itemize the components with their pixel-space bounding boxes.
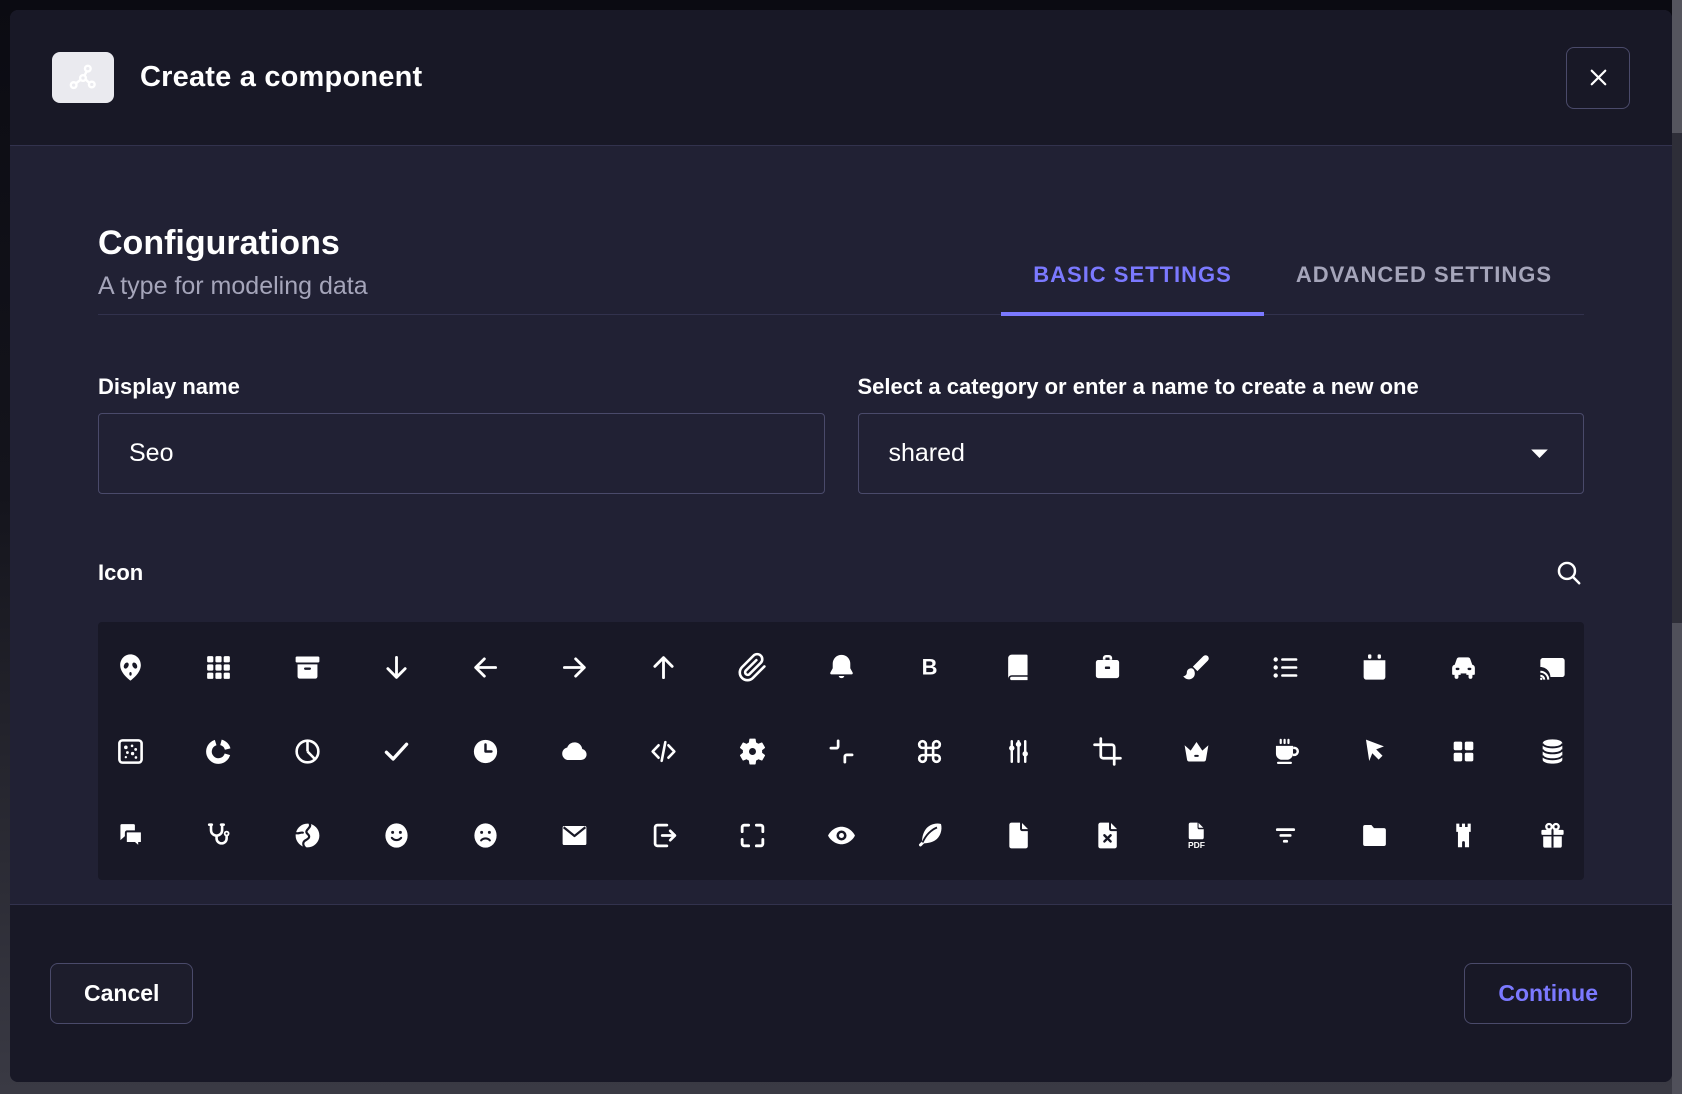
- display-name-input[interactable]: [98, 413, 825, 494]
- bell-icon[interactable]: [824, 625, 858, 709]
- icon-section: Icon B PDF: [98, 557, 1584, 880]
- close-button[interactable]: [1566, 47, 1630, 109]
- command-icon[interactable]: [913, 709, 947, 793]
- collapse-icon[interactable]: [824, 709, 858, 793]
- exit-icon[interactable]: [646, 793, 680, 877]
- section-subtitle: A type for modeling data: [98, 272, 368, 301]
- filter-icon[interactable]: [1268, 793, 1302, 877]
- discuss-icon[interactable]: [113, 793, 147, 877]
- modal-header: Create a component: [10, 10, 1672, 146]
- alien-icon[interactable]: [113, 625, 147, 709]
- svg-text:PDF: PDF: [1188, 840, 1205, 850]
- icon-row: [98, 709, 1584, 793]
- modal-body: Configurations A type for modeling data …: [10, 146, 1672, 904]
- icon-row: B: [98, 625, 1584, 709]
- calendar-icon[interactable]: [1357, 625, 1391, 709]
- scrollbar-thumb-bottom[interactable]: [1672, 623, 1682, 1094]
- search-button[interactable]: [1553, 557, 1584, 588]
- cup-icon[interactable]: [1268, 709, 1302, 793]
- section-head: Configurations A type for modeling data: [98, 224, 368, 314]
- clock-icon[interactable]: [469, 709, 503, 793]
- section-title: Configurations: [98, 224, 368, 263]
- chart-circle-icon[interactable]: [202, 709, 236, 793]
- check-icon[interactable]: [380, 709, 414, 793]
- emotion-unhappy-icon[interactable]: [469, 793, 503, 877]
- arrow-up-icon[interactable]: [646, 625, 680, 709]
- eye-icon[interactable]: [824, 793, 858, 877]
- scrollbar-thumb-top[interactable]: [1672, 0, 1682, 133]
- feather-icon[interactable]: [913, 793, 947, 877]
- earth-icon[interactable]: [291, 793, 325, 877]
- arrow-down-icon[interactable]: [380, 625, 414, 709]
- chart-pie-icon[interactable]: [291, 709, 325, 793]
- cast-icon[interactable]: [1535, 625, 1569, 709]
- controls-icon[interactable]: [1002, 709, 1036, 793]
- caret-down-icon: [1526, 440, 1553, 467]
- category-select[interactable]: shared: [858, 413, 1585, 494]
- create-component-modal: Create a component Configurations A type…: [10, 10, 1672, 1082]
- crown-icon[interactable]: [1180, 709, 1214, 793]
- modal-title: Create a component: [140, 61, 422, 94]
- icon-label: Icon: [98, 560, 143, 586]
- archive-icon[interactable]: [291, 625, 325, 709]
- close-icon: [1585, 64, 1612, 91]
- expand-icon[interactable]: [735, 793, 769, 877]
- category-label: Select a category or enter a name to cre…: [858, 374, 1585, 400]
- display-name-field: Display name: [98, 374, 825, 494]
- modal-footer: Cancel Continue: [10, 904, 1672, 1082]
- cog-icon[interactable]: [735, 709, 769, 793]
- fort-icon[interactable]: [1446, 793, 1480, 877]
- car-icon[interactable]: [1446, 625, 1480, 709]
- form-row: Display name Select a category or enter …: [98, 374, 1584, 494]
- cloud-icon[interactable]: [557, 709, 591, 793]
- emotion-happy-icon[interactable]: [380, 793, 414, 877]
- arrow-left-icon[interactable]: [469, 625, 503, 709]
- arrow-right-icon[interactable]: [557, 625, 591, 709]
- apps-icon[interactable]: [202, 625, 236, 709]
- svg-text:B: B: [922, 654, 938, 679]
- search-icon: [1553, 557, 1584, 588]
- bullet-list-icon[interactable]: [1268, 625, 1302, 709]
- icon-row: PDF: [98, 793, 1584, 877]
- icon-picker-grid: B PDF: [98, 622, 1584, 880]
- attachment-icon[interactable]: [735, 625, 769, 709]
- tab-basic-settings[interactable]: BASIC SETTINGS: [1001, 262, 1264, 316]
- file-icon[interactable]: [1002, 793, 1036, 877]
- database-icon[interactable]: [1535, 709, 1569, 793]
- code-icon[interactable]: [646, 709, 680, 793]
- crop-icon[interactable]: [1091, 709, 1125, 793]
- settings-tabs: BASIC SETTINGS ADVANCED SETTINGS: [1001, 262, 1584, 314]
- book-icon[interactable]: [1002, 625, 1036, 709]
- component-icon: [52, 52, 114, 103]
- envelop-icon[interactable]: [557, 793, 591, 877]
- category-field: Select a category or enter a name to cre…: [858, 374, 1585, 494]
- dashboard-icon[interactable]: [1446, 709, 1480, 793]
- page-scrollbar[interactable]: [1672, 0, 1682, 1094]
- cancel-button[interactable]: Cancel: [50, 963, 193, 1024]
- continue-button[interactable]: Continue: [1464, 963, 1632, 1024]
- file-pdf-icon[interactable]: PDF: [1180, 793, 1214, 877]
- screen: Create a component Configurations A type…: [0, 0, 1682, 1094]
- folder-icon[interactable]: [1357, 793, 1391, 877]
- brush-icon[interactable]: [1180, 625, 1214, 709]
- chart-bubble-icon[interactable]: [113, 709, 147, 793]
- briefcase-icon[interactable]: [1091, 625, 1125, 709]
- doctor-icon[interactable]: [202, 793, 236, 877]
- cursor-icon[interactable]: [1357, 709, 1391, 793]
- tab-advanced-settings[interactable]: ADVANCED SETTINGS: [1264, 262, 1584, 316]
- file-error-icon[interactable]: [1091, 793, 1125, 877]
- bold-icon[interactable]: B: [913, 625, 947, 709]
- config-header-row: Configurations A type for modeling data …: [98, 224, 1584, 315]
- category-select-value: shared: [889, 439, 965, 468]
- gift-icon[interactable]: [1535, 793, 1569, 877]
- display-name-label: Display name: [98, 374, 825, 400]
- icon-head: Icon: [98, 557, 1584, 588]
